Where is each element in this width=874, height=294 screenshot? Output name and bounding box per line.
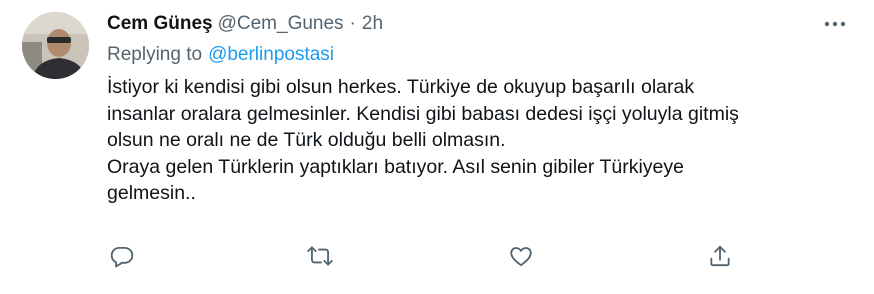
more-options-button[interactable] — [822, 14, 848, 34]
tweet-text-line: olsun ne oralı ne de Türk olduğu belli o… — [107, 129, 506, 151]
author-handle[interactable]: @Cem_Gunes — [218, 13, 344, 35]
reply-icon — [110, 246, 134, 268]
author-name[interactable]: Cem Güneş — [107, 13, 213, 35]
timestamp[interactable]: 2h — [362, 13, 383, 35]
like-button[interactable] — [506, 241, 536, 271]
tweet-text-line: İstiyor ki kendisi gibi olsun herkes. Tü… — [107, 76, 695, 98]
tweet-text-line: insanlar oralara gelmesinler. Kendisi gi… — [107, 102, 739, 125]
replying-to-line: Replying to @berlinpostasi — [107, 42, 334, 68]
retweet-icon — [307, 246, 333, 266]
replying-to-link[interactable]: @berlinpostasi — [208, 44, 334, 66]
avatar[interactable] — [22, 12, 89, 79]
more-horizontal-icon — [824, 21, 846, 27]
like-icon — [510, 247, 532, 267]
tweet-card[interactable]: Cem Güneş @Cem_Gunes · 2h Replying to @b… — [0, 0, 874, 294]
share-button[interactable] — [705, 241, 735, 271]
retweet-button[interactable] — [305, 241, 335, 271]
tweet-text: İstiyor ki kendisi gibi olsun herkes. Tü… — [107, 74, 837, 207]
tweet-header: Cem Güneş @Cem_Gunes · 2h — [107, 11, 383, 37]
replying-to-label: Replying to — [107, 44, 203, 65]
avatar-image — [22, 12, 89, 79]
tweet-text-line: gelmesin.. — [107, 182, 196, 204]
separator-dot: · — [349, 13, 356, 34]
tweet-text-line: Oraya gelen Türklerin yaptıkları batıyor… — [107, 155, 684, 178]
reply-button[interactable] — [107, 241, 137, 271]
share-icon — [710, 245, 730, 267]
